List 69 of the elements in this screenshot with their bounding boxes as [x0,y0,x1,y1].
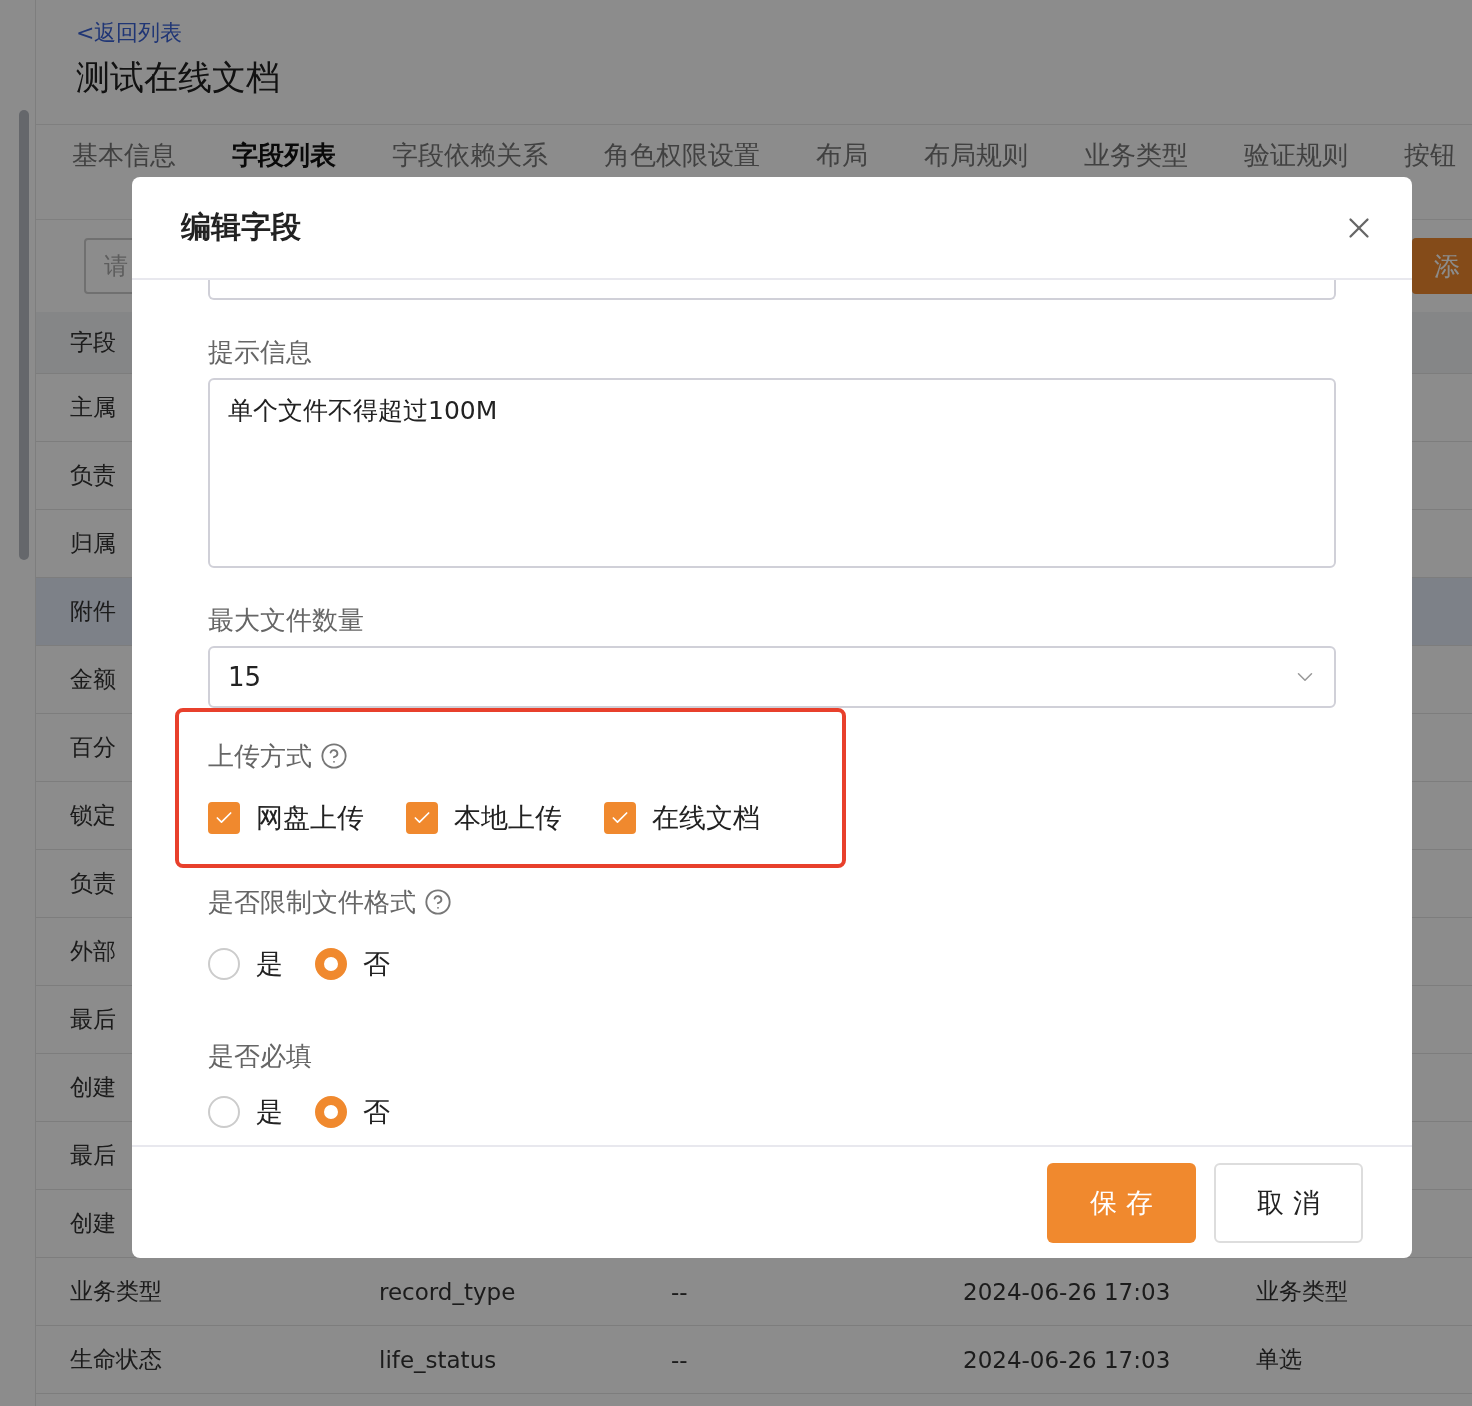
scrollbar[interactable] [19,110,29,560]
checkbox-option[interactable]: 本地上传 [406,800,562,836]
table-cell: -- [671,1278,688,1305]
checkbox[interactable] [604,802,636,834]
table-cell-text: 创建 [70,1209,116,1238]
table-cell: 2024-06-26 17:03 [963,1346,1171,1373]
field-label: 最大文件数量 [208,604,365,637]
table-cell-text: 最后 [70,1005,116,1034]
max-files-select[interactable]: 15 [208,646,1336,708]
option-label: 是 [256,1095,283,1129]
table-cell-text: 单选 [1256,1345,1302,1374]
option-label: 本地上传 [454,801,562,835]
checkbox-option[interactable]: 网盘上传 [208,800,364,836]
table-cell-text: 业务类型 [1256,1277,1348,1306]
tab[interactable]: 字段依赖关系 [392,139,548,171]
back-link[interactable]: <返回列表 [76,18,183,48]
option-label: 否 [363,1095,390,1129]
checkbox[interactable] [406,802,438,834]
table-cell: record_type [379,1278,516,1305]
checkbox[interactable] [208,802,240,834]
cancel-button[interactable]: 取 消 [1214,1162,1363,1243]
table-cell-text: 附件 [70,597,116,626]
radio-button[interactable] [315,948,347,980]
table-cell-text: 归属 [70,529,116,558]
hint-textarea[interactable]: 单个文件不得超过100M [208,378,1336,568]
option-label: 是 [256,947,283,981]
radio-option[interactable]: 否 [315,1094,390,1130]
table-cell-text: 百分 [70,733,116,762]
tab[interactable]: 验证规则 [1244,139,1348,171]
radio-button[interactable] [208,948,240,980]
tab[interactable]: 布局 [816,139,868,171]
input-field[interactable] [208,280,1336,300]
radio-button[interactable] [208,1096,240,1128]
table-cell-text: 业务类型 [70,1277,162,1306]
tab[interactable]: 字段列表 [232,139,336,171]
option-label: 在线文档 [652,801,760,835]
tab[interactable]: 业务类型 [1084,139,1188,171]
table-cell-text: 主属 [70,393,116,422]
dialog-title: 编辑字段 [181,208,301,246]
page-title: 测试在线文档 [76,56,280,99]
table-cell-text: 负责 [70,461,116,490]
table-cell-text: 生命状态 [70,1345,162,1374]
table-cell-text: 外部 [70,937,116,966]
table-cell: 2024-06-26 17:03 [963,1278,1171,1305]
radio-option[interactable]: 是 [208,946,283,982]
column-header: 字段 [70,328,116,357]
table-cell-text: 锁定 [70,801,116,830]
checkbox-option[interactable]: 在线文档 [604,800,760,836]
field-label: 提示信息 [208,336,313,369]
table-cell-text: 最后 [70,1141,116,1170]
tab[interactable]: 基本信息 [72,139,176,171]
help-icon[interactable] [424,888,452,916]
option-label: 网盘上传 [256,801,364,835]
field-label: 是否必填 [208,1040,313,1073]
radio-button[interactable] [315,1096,347,1128]
help-icon[interactable] [320,742,348,770]
option-label: 否 [363,947,390,981]
tab[interactable]: 布局规则 [924,139,1028,171]
table-cell-text: 创建 [70,1073,116,1102]
radio-option[interactable]: 否 [315,946,390,982]
tab[interactable]: 角色权限设置 [604,139,760,171]
table-cell: -- [671,1346,688,1373]
radio-option[interactable]: 是 [208,1094,283,1130]
table-cell-text: 金额 [70,665,116,694]
table-cell: life_status [379,1346,497,1373]
field-label: 上传方式 [208,740,312,773]
tab[interactable]: 按钮 [1404,139,1456,171]
table-cell-text: 负责 [70,869,116,898]
field-label: 是否限制文件格式 [208,886,416,919]
